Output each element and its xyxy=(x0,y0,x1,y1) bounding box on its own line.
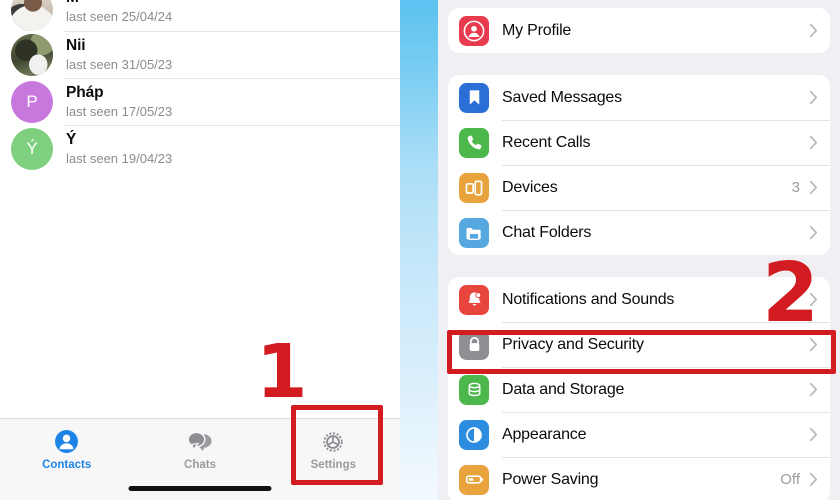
settings-row-label: Recent Calls xyxy=(502,133,591,151)
tab-settings[interactable]: Settings xyxy=(267,419,400,500)
chevron-right-icon xyxy=(809,292,818,307)
database-icon xyxy=(459,374,489,405)
chevron-right-icon xyxy=(809,382,818,397)
settings-row-label: Appearance xyxy=(502,425,587,443)
chats-icon xyxy=(186,428,213,455)
chevron-right-icon xyxy=(809,135,818,150)
settings-row-label: Power Saving xyxy=(502,470,599,488)
settings-row-data-and-storage[interactable]: Data and Storage xyxy=(448,367,830,412)
lock-icon xyxy=(459,329,489,360)
chevron-right-icon xyxy=(809,90,818,105)
chevron-right-icon xyxy=(809,472,818,487)
folder-icon xyxy=(459,217,489,248)
devices-icon xyxy=(459,172,489,203)
contact-text: Ý last seen 19/04/23 xyxy=(66,131,172,167)
tab-settings-label: Settings xyxy=(310,459,356,471)
avatar-initial: P xyxy=(26,91,38,111)
contact-status: last seen 31/05/23 xyxy=(66,56,173,72)
settings-row-privacy-and-security[interactable]: Privacy and Security xyxy=(448,322,830,367)
settings-row-chat-folders[interactable]: Chat Folders xyxy=(448,210,830,255)
list-item[interactable]: P Pháp last seen 17/05/23 xyxy=(0,78,400,125)
settings-row-my-profile[interactable]: My Profile xyxy=(448,8,830,53)
contacts-screen: M last seen 25/04/24 Nii last seen 31/05… xyxy=(0,0,400,500)
chevron-right-icon xyxy=(809,225,818,240)
settings-row-recent-calls[interactable]: Recent Calls xyxy=(448,120,830,165)
home-indicator[interactable] xyxy=(128,486,272,491)
settings-row-notifications-and-sounds[interactable]: Notifications and Sounds xyxy=(448,277,830,322)
settings-row-devices[interactable]: Devices 3 xyxy=(448,165,830,210)
avatar xyxy=(11,0,53,31)
contact-status: last seen 19/04/23 xyxy=(66,150,173,166)
settings-row-power-saving[interactable]: Power Saving Off xyxy=(448,457,830,500)
tab-contacts-label: Contacts xyxy=(42,459,92,471)
settings-gear-icon xyxy=(320,428,347,455)
contact-name: Ý xyxy=(66,130,77,148)
battery-icon xyxy=(459,464,489,495)
list-item[interactable]: M last seen 25/04/24 xyxy=(0,0,400,31)
settings-row-label: Data and Storage xyxy=(502,380,625,398)
avatar-initial: Ý xyxy=(26,138,38,158)
avatar: Ý xyxy=(11,127,53,170)
contact-text: M last seen 25/04/24 xyxy=(66,0,172,25)
contact-text: Nii last seen 31/05/23 xyxy=(66,37,172,73)
tab-contacts[interactable]: Contacts xyxy=(0,419,133,500)
contact-status: last seen 17/05/23 xyxy=(66,103,173,119)
avatar xyxy=(11,33,53,76)
tab-chats-label: Chats xyxy=(184,459,216,471)
screenshot-root: M last seen 25/04/24 Nii last seen 31/05… xyxy=(0,0,840,500)
contact-name: M xyxy=(66,0,172,7)
settings-row-label: Privacy and Security xyxy=(502,335,644,353)
settings-group-profile: My Profile xyxy=(448,8,830,53)
list-item[interactable]: Nii last seen 31/05/23 xyxy=(0,31,400,78)
settings-row-label: Devices xyxy=(502,178,558,196)
settings-row-label: Notifications and Sounds xyxy=(502,290,675,308)
settings-row-label: Saved Messages xyxy=(502,88,622,106)
list-item[interactable]: Ý Ý last seen 19/04/23 xyxy=(0,125,400,172)
settings-row-value: Off xyxy=(780,471,800,488)
settings-group-messages: Saved Messages Recent Calls Devices 3 Ch… xyxy=(448,75,830,255)
settings-row-value: 3 xyxy=(791,179,800,196)
panel-divider-gradient xyxy=(400,0,438,500)
bell-icon xyxy=(459,284,489,315)
contact-name: Nii xyxy=(66,36,86,54)
bottom-tab-bar: Contacts Chats Settings xyxy=(0,418,400,500)
settings-group-preferences: Notifications and Sounds Privacy and Sec… xyxy=(448,277,830,500)
settings-row-label: My Profile xyxy=(502,21,572,39)
chevron-right-icon xyxy=(809,180,818,195)
chevron-right-icon xyxy=(809,23,818,38)
settings-screen: My Profile Saved Messages Recent Calls D… xyxy=(438,0,840,500)
contact-text: Pháp last seen 17/05/23 xyxy=(66,84,172,120)
settings-row-appearance[interactable]: Appearance xyxy=(448,412,830,457)
contact-status: last seen 25/04/24 xyxy=(66,9,173,25)
profile-icon xyxy=(459,15,489,46)
bookmark-icon xyxy=(459,82,489,113)
chevron-right-icon xyxy=(809,427,818,442)
contact-list: M last seen 25/04/24 Nii last seen 31/05… xyxy=(0,0,400,172)
avatar: P xyxy=(11,80,53,123)
settings-row-label: Chat Folders xyxy=(502,223,592,241)
contacts-icon xyxy=(53,428,80,455)
chevron-right-icon xyxy=(809,337,818,352)
contrast-icon xyxy=(459,419,489,450)
contact-name: Pháp xyxy=(66,83,104,101)
settings-row-saved-messages[interactable]: Saved Messages xyxy=(448,75,830,120)
phone-icon xyxy=(459,127,489,158)
